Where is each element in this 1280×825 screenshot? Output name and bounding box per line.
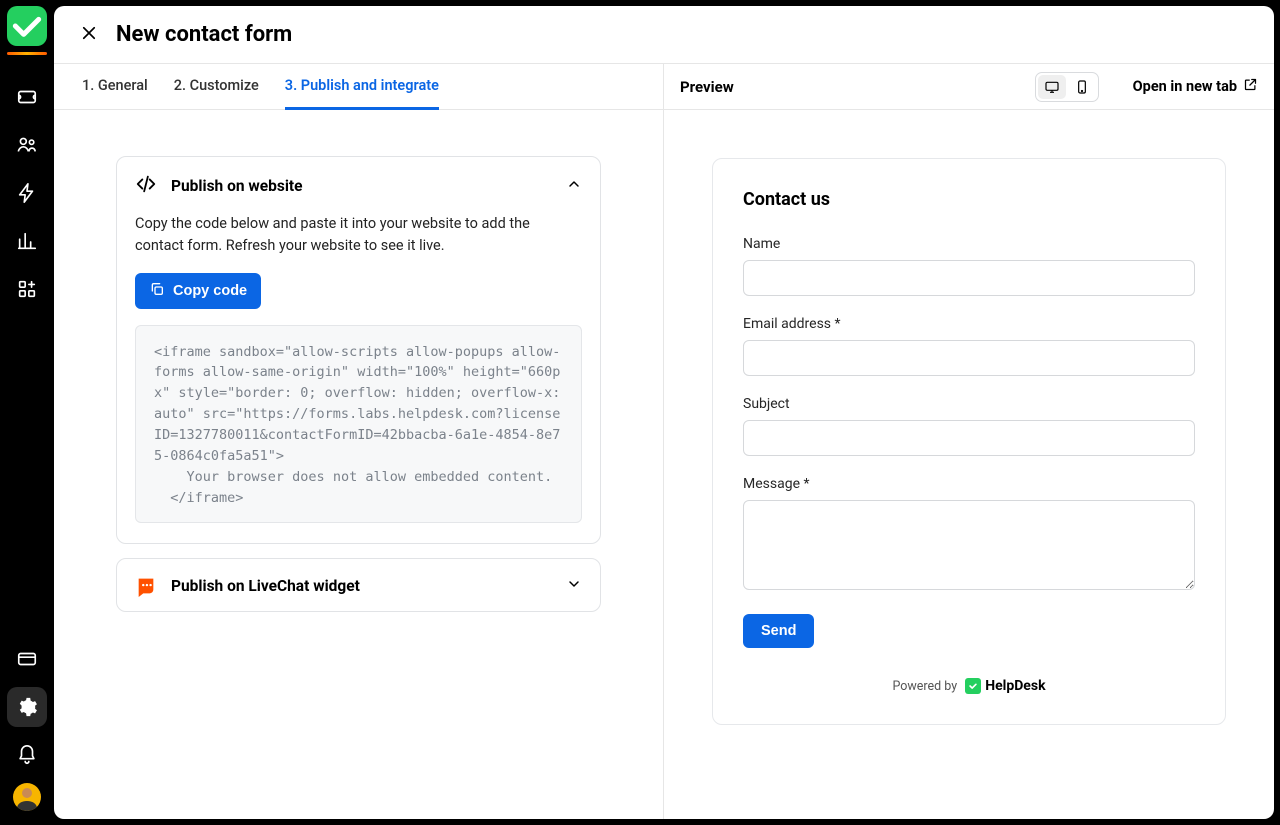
publish-website-body: Copy the code below and paste it into yo…	[117, 213, 600, 543]
publish-website-title: Publish on website	[171, 177, 552, 195]
page-header: New contact form	[54, 6, 1274, 64]
logo-accent	[7, 52, 47, 55]
tab-customize[interactable]: 2. Customize	[174, 64, 259, 110]
publish-website-card: Publish on website Copy the code below a…	[116, 156, 601, 544]
close-icon[interactable]	[80, 24, 98, 46]
name-field-label: Name	[743, 236, 1195, 252]
preview-body: Contact us Name Email address * Subject …	[664, 110, 1274, 819]
message-field-label: Message *	[743, 476, 1195, 492]
publish-livechat-header[interactable]: Publish on LiveChat widget	[117, 559, 600, 611]
helpdesk-brand-name: HelpDesk	[985, 678, 1045, 694]
settings-icon[interactable]	[7, 687, 47, 727]
user-avatar[interactable]	[13, 783, 41, 811]
notifications-icon[interactable]	[7, 735, 47, 775]
people-icon[interactable]	[7, 125, 47, 165]
contact-form-preview: Contact us Name Email address * Subject …	[712, 158, 1226, 725]
email-field[interactable]	[743, 340, 1195, 376]
embed-code-box[interactable]: <iframe sandbox="allow-scripts allow-pop…	[135, 325, 582, 523]
desktop-view-button[interactable]	[1038, 75, 1066, 99]
device-switcher	[1035, 72, 1099, 102]
helpdesk-mark-icon	[965, 678, 981, 694]
copy-code-label: Copy code	[173, 283, 247, 299]
tab-general[interactable]: 1. General	[82, 64, 148, 110]
name-field[interactable]	[743, 260, 1195, 296]
billing-icon[interactable]	[7, 639, 47, 679]
message-field[interactable]	[743, 500, 1195, 590]
livechat-icon	[135, 575, 157, 597]
copy-icon	[149, 281, 165, 301]
preview-header: Preview Open in new tab	[664, 64, 1274, 110]
open-in-new-tab-link[interactable]: Open in new tab	[1133, 77, 1258, 96]
app-sidebar	[0, 0, 54, 825]
powered-by: Powered by HelpDesk	[743, 678, 1195, 694]
publish-website-description: Copy the code below and paste it into yo…	[135, 213, 582, 257]
subject-field-label: Subject	[743, 396, 1195, 412]
reports-icon[interactable]	[7, 221, 47, 261]
email-field-label: Email address *	[743, 316, 1195, 332]
tickets-icon[interactable]	[7, 77, 47, 117]
subject-field[interactable]	[743, 420, 1195, 456]
page-title: New contact form	[116, 22, 292, 47]
preview-label: Preview	[680, 78, 734, 96]
chevron-down-icon	[566, 576, 582, 596]
publish-content: Publish on website Copy the code below a…	[54, 110, 663, 819]
open-in-new-tab-label: Open in new tab	[1133, 78, 1237, 95]
publish-website-header[interactable]: Publish on website	[117, 157, 600, 213]
apps-icon[interactable]	[7, 269, 47, 309]
publish-livechat-card: Publish on LiveChat widget	[116, 558, 601, 612]
automation-icon[interactable]	[7, 173, 47, 213]
send-button[interactable]: Send	[743, 614, 814, 648]
powered-by-text: Powered by	[892, 679, 957, 694]
helpdesk-brand[interactable]: HelpDesk	[965, 678, 1045, 694]
chevron-up-icon	[566, 176, 582, 196]
content-split: 1. General 2. Customize 3. Publish and i…	[54, 64, 1274, 819]
steps-panel: 1. General 2. Customize 3. Publish and i…	[54, 64, 663, 819]
preview-panel: Preview Open in new tab	[663, 64, 1274, 819]
external-link-icon	[1243, 77, 1258, 96]
copy-code-button[interactable]: Copy code	[135, 273, 261, 309]
tab-publish[interactable]: 3. Publish and integrate	[285, 64, 439, 110]
main-panel: New contact form 1. General 2. Customize…	[54, 6, 1274, 819]
publish-livechat-title: Publish on LiveChat widget	[171, 577, 552, 595]
code-icon	[135, 173, 157, 199]
mobile-view-button[interactable]	[1068, 75, 1096, 99]
step-tabs: 1. General 2. Customize 3. Publish and i…	[54, 64, 663, 110]
contact-form-heading: Contact us	[743, 189, 1195, 210]
helpdesk-logo-icon[interactable]	[7, 6, 47, 46]
